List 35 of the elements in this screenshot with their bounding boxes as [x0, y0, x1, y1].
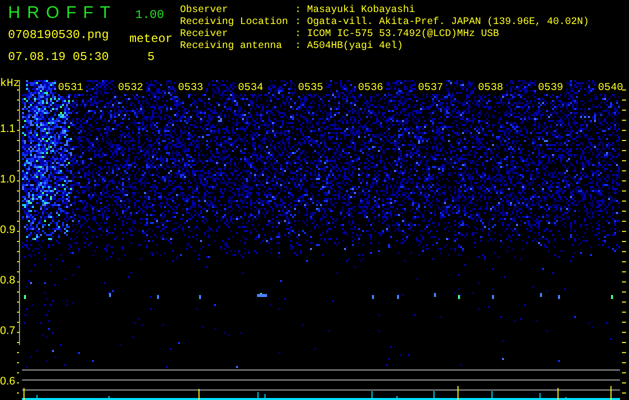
frequency-label: 0.9	[0, 224, 16, 236]
time-label: 0538	[478, 82, 504, 94]
field-label: Observer	[180, 5, 228, 16]
field-value: ICOM IC-575 53.7492(@LCD)MHz USB	[307, 29, 500, 40]
separator: :	[295, 29, 302, 41]
separator: :	[295, 5, 302, 17]
field-label: Receiving Location	[180, 17, 288, 28]
time-label: 0537	[418, 82, 444, 94]
time-label: 0534	[238, 82, 264, 94]
frequency-label: 0.8	[0, 274, 16, 286]
time-label: 0539	[538, 82, 564, 94]
separator: :	[295, 41, 302, 53]
time-label: 0535	[298, 82, 324, 94]
time-label: 0540	[598, 82, 624, 94]
time-label: 0536	[358, 82, 384, 94]
separator: :	[295, 17, 302, 29]
version-number: 1.00	[135, 7, 164, 24]
field-value: A504HB(yagi 4el)	[307, 41, 404, 53]
unit-label: kHz	[0, 78, 20, 90]
time-label: 0532	[118, 82, 144, 94]
field-value: Ogata-vill. Akita-Pref. JAPAN (139.96E, 40.02N)	[307, 17, 590, 28]
date-time: 07.08.19 05:30	[8, 50, 110, 64]
field-value: Masayuki Kobayashi	[307, 5, 416, 16]
meteor-count: 5	[146, 50, 156, 64]
app-title: H R O F F T	[8, 3, 112, 23]
time-label: 0533	[178, 82, 204, 94]
frequency-label: 0.6	[0, 376, 16, 388]
field-label: Receiving antenna	[180, 41, 282, 53]
frequency-label: 1.0	[0, 174, 16, 186]
filename: 0708190530.png	[8, 28, 110, 42]
meteor-label: meteor	[128, 32, 174, 46]
frequency-label: 0.7	[0, 325, 16, 337]
time-label: 0531	[58, 82, 84, 94]
field-label: Receiver	[180, 29, 228, 40]
frequency-label: 1.1	[0, 123, 16, 135]
